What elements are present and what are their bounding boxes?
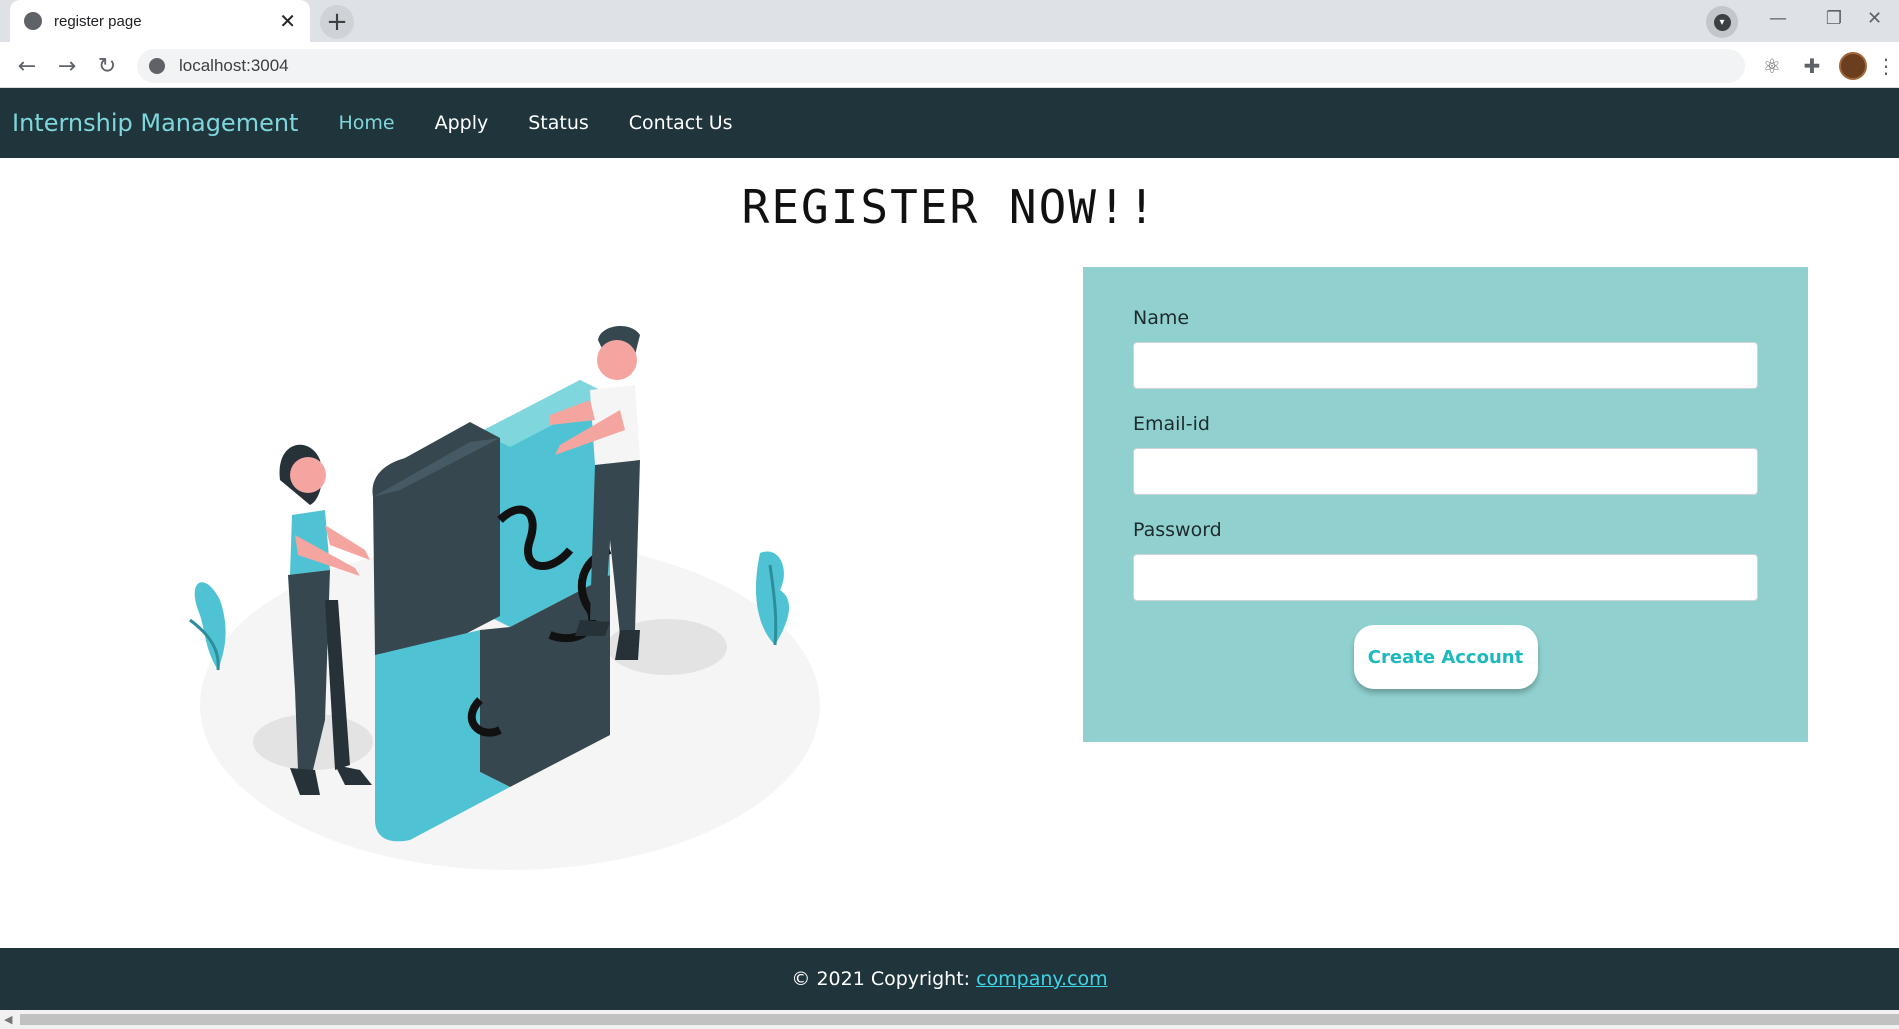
back-icon[interactable]: ← — [12, 51, 42, 81]
copyright-text: © 2021 Copyright: — [791, 968, 971, 990]
teamwork-puzzle-illustration — [180, 300, 840, 890]
new-tab-button[interactable]: + — [320, 5, 354, 39]
company-link[interactable]: company.com — [976, 968, 1107, 990]
puzzle-illustration-svg — [189, 325, 820, 870]
minimize-icon[interactable]: — — [1750, 0, 1806, 36]
globe-icon — [24, 12, 42, 30]
chevron-down-icon: ▾ — [1713, 13, 1731, 31]
tab-search-button[interactable]: ▾ — [1706, 6, 1738, 38]
scrollbar-thumb[interactable] — [20, 1014, 1899, 1025]
password-field-wrapper — [1133, 554, 1758, 601]
register-form: Name Email-id Password Create Account — [1083, 267, 1808, 742]
email-label: Email-id — [1133, 413, 1210, 435]
nav-link-home[interactable]: Home — [338, 112, 394, 134]
window-close-icon[interactable]: ✕ — [1850, 0, 1899, 36]
name-field-wrapper — [1133, 342, 1758, 389]
scroll-left-icon[interactable]: ◀ — [4, 1013, 12, 1026]
nav-link-contact-us[interactable]: Contact Us — [629, 112, 733, 134]
browser-tab[interactable]: register page ✕ — [10, 0, 310, 42]
app-navbar: Internship Management Home Apply Status … — [0, 88, 1899, 158]
page-heading: REGISTER NOW!! — [741, 180, 1158, 234]
site-info-icon[interactable] — [149, 58, 165, 74]
password-input[interactable] — [1134, 555, 1757, 600]
page-footer: © 2021 Copyright: company.com — [0, 948, 1899, 1010]
address-bar[interactable]: localhost:3004 — [137, 49, 1745, 83]
nav-link-status[interactable]: Status — [528, 112, 589, 134]
close-tab-icon[interactable]: ✕ — [279, 11, 296, 31]
create-account-button[interactable]: Create Account — [1353, 625, 1538, 689]
forward-icon[interactable]: → — [52, 51, 82, 81]
email-field-wrapper — [1133, 448, 1758, 495]
tab-title: register page — [54, 12, 142, 30]
horizontal-scrollbar[interactable]: ◀ — [0, 1010, 1899, 1029]
reload-icon[interactable]: ↻ — [92, 51, 122, 81]
brand-title[interactable]: Internship Management — [12, 109, 298, 137]
profile-avatar[interactable] — [1839, 52, 1867, 80]
password-label: Password — [1133, 519, 1222, 541]
browser-toolbar: ← → ↻ localhost:3004 ⚛ ✚ ⋮ — [0, 42, 1899, 88]
name-input[interactable] — [1134, 343, 1757, 388]
name-label: Name — [1133, 307, 1190, 329]
email-input[interactable] — [1134, 449, 1757, 494]
browser-tabstrip: register page ✕ + ▾ — ❐ ✕ — [0, 0, 1899, 42]
nav-link-apply[interactable]: Apply — [435, 112, 489, 134]
react-devtools-icon[interactable]: ⚛ — [1759, 53, 1785, 79]
address-url: localhost:3004 — [179, 56, 289, 75]
menu-kebab-icon[interactable]: ⋮ — [1876, 53, 1896, 79]
extensions-puzzle-icon[interactable]: ✚ — [1799, 53, 1825, 79]
